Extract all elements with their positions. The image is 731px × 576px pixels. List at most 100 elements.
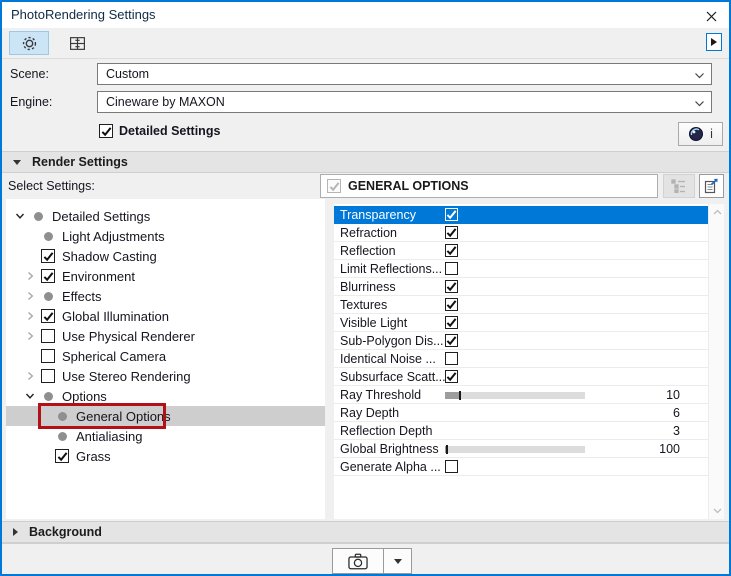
option-checkbox[interactable] <box>445 316 458 329</box>
tree-checkbox[interactable] <box>40 308 56 324</box>
render-options-dropdown-button[interactable] <box>384 548 412 574</box>
option-value[interactable]: 3 <box>673 422 680 440</box>
tree-item-global-illumination[interactable]: Global Illumination <box>6 306 325 326</box>
option-row-ray-threshold[interactable]: Ray Threshold 10 <box>334 386 724 404</box>
option-slider[interactable] <box>445 446 585 453</box>
option-checkbox[interactable] <box>445 280 458 293</box>
check-icon <box>446 371 457 382</box>
background-section-header[interactable]: Background <box>2 521 729 543</box>
option-row-visible-light[interactable]: Visible Light <box>334 314 724 332</box>
open-settings-popup-button[interactable] <box>699 174 724 198</box>
option-row-sub-polygon-dis[interactable]: Sub-Polygon Dis... <box>334 332 724 350</box>
render-split-button <box>332 548 412 574</box>
tree-item-detailed-settings[interactable]: Detailed Settings <box>6 206 325 226</box>
gear-icon <box>21 35 38 52</box>
option-checkbox[interactable] <box>445 460 458 473</box>
option-checkbox[interactable] <box>445 298 458 311</box>
detailed-settings-label: Detailed Settings <box>119 124 220 138</box>
option-checkbox[interactable] <box>445 262 458 275</box>
option-row-refraction[interactable]: Refraction <box>334 224 724 242</box>
option-row-blurriness[interactable]: Blurriness <box>334 278 724 296</box>
check-icon <box>43 251 54 262</box>
check-icon <box>57 451 68 462</box>
tree-item-environment[interactable]: Environment <box>6 266 325 286</box>
option-checkbox[interactable] <box>445 334 458 347</box>
title-bar: PhotoRendering Settings <box>2 2 729 28</box>
scroll-down-icon[interactable] <box>709 503 725 519</box>
engine-value: Cineware by MAXON <box>106 95 225 109</box>
tree-item-general-options[interactable]: General Options <box>6 406 325 426</box>
option-row-identical-noise[interactable]: Identical Noise ... <box>334 350 724 368</box>
section-expanded-icon <box>13 160 21 165</box>
tree-item-use-physical-renderer[interactable]: Use Physical Renderer <box>6 326 325 346</box>
tree-collapse-icon[interactable] <box>22 388 38 404</box>
detach-panel-button[interactable] <box>706 33 722 51</box>
check-icon <box>446 317 457 328</box>
render-settings-section-header[interactable]: Render Settings <box>2 151 729 173</box>
option-value[interactable]: 6 <box>673 404 680 422</box>
tree-expander-spacer <box>36 408 52 424</box>
start-rendering-button[interactable] <box>332 548 384 574</box>
render-window-tab-button[interactable] <box>57 31 97 55</box>
tree-checkbox[interactable] <box>40 348 56 364</box>
option-checkbox[interactable] <box>445 208 458 221</box>
check-icon <box>446 281 457 292</box>
option-label: Identical Noise ... <box>340 350 436 368</box>
detailed-settings-checkbox[interactable] <box>99 124 113 138</box>
option-row-reflection[interactable]: Reflection <box>334 242 724 260</box>
tree-item-label: Shadow Casting <box>62 249 157 264</box>
tree-item-label: Grass <box>76 449 111 464</box>
slider-handle[interactable] <box>459 391 461 400</box>
tree-expand-icon[interactable] <box>22 368 38 384</box>
tree-expand-icon[interactable] <box>22 288 38 304</box>
tree-item-shadow-casting[interactable]: Shadow Casting <box>6 246 325 266</box>
tree-checkbox[interactable] <box>40 328 56 344</box>
list-scrollbar[interactable] <box>708 204 724 519</box>
option-row-textures[interactable]: Textures <box>334 296 724 314</box>
option-row-limit-reflections[interactable]: Limit Reflections... <box>334 260 724 278</box>
bullet-icon <box>54 428 70 444</box>
option-value[interactable]: 100 <box>659 440 680 458</box>
tree-item-spherical-camera[interactable]: Spherical Camera <box>6 346 325 366</box>
tree-item-label: Detailed Settings <box>52 209 150 224</box>
tree-expand-icon[interactable] <box>22 308 38 324</box>
option-checkbox[interactable] <box>445 226 458 239</box>
option-label: Transparency <box>340 206 416 224</box>
option-slider[interactable] <box>445 392 585 399</box>
tree-item-use-stereo-rendering[interactable]: Use Stereo Rendering <box>6 366 325 386</box>
option-checkbox[interactable] <box>445 244 458 257</box>
option-value[interactable]: 10 <box>666 386 680 404</box>
bullet-icon <box>30 208 46 224</box>
tree-item-antialiasing[interactable]: Antialiasing <box>6 426 325 446</box>
option-checkbox[interactable] <box>445 352 458 365</box>
tree-item-light-adjustments[interactable]: Light Adjustments <box>6 226 325 246</box>
option-row-reflection-depth[interactable]: Reflection Depth3 <box>334 422 724 440</box>
tree-expand-icon[interactable] <box>22 328 38 344</box>
scene-value: Custom <box>106 67 149 81</box>
tree-checkbox[interactable] <box>40 248 56 264</box>
scroll-up-icon[interactable] <box>709 204 725 220</box>
render-settings-tab-button[interactable] <box>9 31 49 55</box>
option-row-generate-alpha[interactable]: Generate Alpha ... <box>334 458 724 476</box>
tree-checkbox[interactable] <box>40 368 56 384</box>
option-checkbox[interactable] <box>445 370 458 383</box>
detailed-settings-checkbox-row[interactable]: Detailed Settings <box>99 124 220 138</box>
tree-checkbox[interactable] <box>40 268 56 284</box>
option-row-subsurface-scatt[interactable]: Subsurface Scatt... <box>334 368 724 386</box>
slider-handle[interactable] <box>446 445 448 454</box>
tree-checkbox[interactable] <box>54 448 70 464</box>
engine-dropdown[interactable]: Cineware by MAXON <box>97 91 712 113</box>
engine-info-button[interactable]: i <box>678 122 723 146</box>
close-button[interactable] <box>701 6 721 26</box>
option-row-ray-depth[interactable]: Ray Depth6 <box>334 404 724 422</box>
option-row-global-brightness[interactable]: Global Brightness100 <box>334 440 724 458</box>
scene-dropdown[interactable]: Custom <box>97 63 712 85</box>
option-label: Ray Threshold <box>340 386 421 404</box>
tree-item-grass[interactable]: Grass <box>6 446 325 466</box>
tree-expand-icon[interactable] <box>22 268 38 284</box>
tree-item-effects[interactable]: Effects <box>6 286 325 306</box>
detach-arrow-icon <box>711 38 717 46</box>
tree-item-options[interactable]: Options <box>6 386 325 406</box>
option-row-transparency[interactable]: Transparency <box>334 206 724 224</box>
tree-collapse-icon[interactable] <box>12 208 28 224</box>
